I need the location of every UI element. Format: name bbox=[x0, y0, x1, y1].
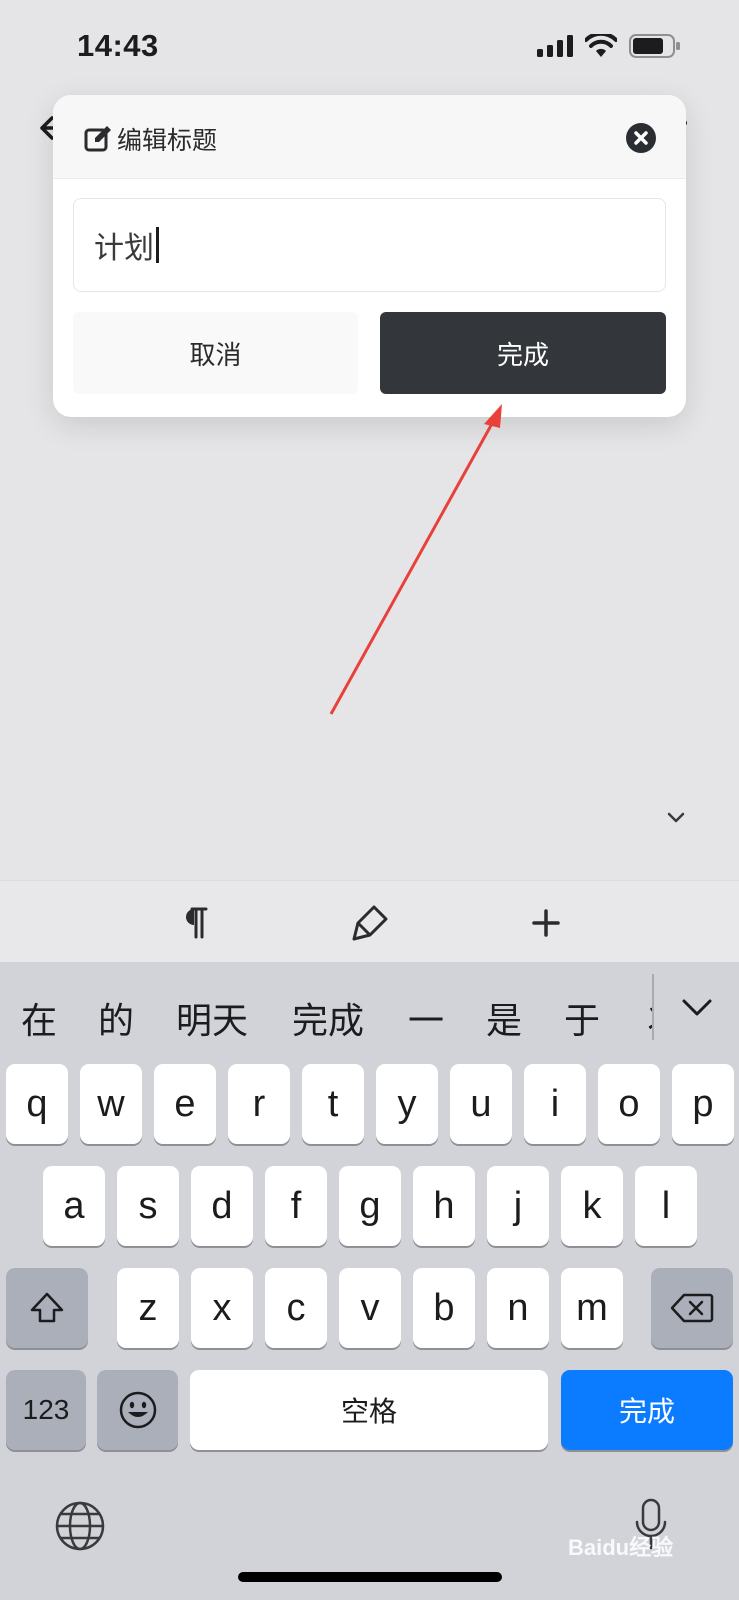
shift-key[interactable] bbox=[6, 1268, 88, 1348]
key-j[interactable]: j bbox=[487, 1166, 549, 1246]
candidate-item[interactable]: 丬 bbox=[640, 992, 652, 1044]
key-n[interactable]: n bbox=[487, 1268, 549, 1348]
title-input-value: 计划 bbox=[94, 232, 154, 265]
candidate-item[interactable]: 明天 bbox=[176, 992, 248, 1044]
key-d[interactable]: d bbox=[191, 1166, 253, 1246]
candidate-bar: 在 的 明天 完成 一 是 于 丬 bbox=[0, 962, 739, 1062]
close-button[interactable] bbox=[626, 123, 656, 153]
edit-icon bbox=[84, 126, 111, 152]
key-m[interactable]: m bbox=[561, 1268, 623, 1348]
key-u[interactable]: u bbox=[450, 1064, 512, 1144]
key-s[interactable]: s bbox=[117, 1166, 179, 1246]
watermark-logo: Baidu经验 bbox=[568, 1535, 674, 1560]
chevron-down-icon[interactable] bbox=[665, 806, 687, 828]
key-x[interactable]: x bbox=[191, 1268, 253, 1348]
candidate-item[interactable]: 于 bbox=[564, 992, 600, 1044]
key-g[interactable]: g bbox=[339, 1166, 401, 1246]
status-icons bbox=[537, 34, 681, 58]
text-caret bbox=[156, 227, 159, 263]
key-b[interactable]: b bbox=[413, 1268, 475, 1348]
emoji-key[interactable] bbox=[97, 1370, 178, 1450]
paragraph-icon[interactable] bbox=[174, 903, 214, 943]
key-q[interactable]: q bbox=[6, 1064, 68, 1144]
key-c[interactable]: c bbox=[265, 1268, 327, 1348]
cellular-signal-icon bbox=[537, 35, 573, 57]
wifi-icon bbox=[585, 34, 617, 57]
candidate-item[interactable]: 是 bbox=[486, 992, 522, 1044]
backspace-icon bbox=[670, 1293, 714, 1323]
shift-icon bbox=[30, 1292, 64, 1323]
candidate-item[interactable]: 在 bbox=[21, 992, 57, 1044]
key-o[interactable]: o bbox=[598, 1064, 660, 1144]
backspace-key[interactable] bbox=[651, 1268, 733, 1348]
key-a[interactable]: a bbox=[43, 1166, 105, 1246]
space-key[interactable]: 空格 bbox=[190, 1370, 548, 1450]
key-e[interactable]: e bbox=[154, 1064, 216, 1144]
key-v[interactable]: v bbox=[339, 1268, 401, 1348]
candidate-item[interactable]: 完成 bbox=[292, 992, 364, 1044]
status-time: 14:43 bbox=[77, 28, 159, 63]
key-t[interactable]: t bbox=[302, 1064, 364, 1144]
key-k[interactable]: k bbox=[561, 1166, 623, 1246]
key-i[interactable]: i bbox=[524, 1064, 586, 1144]
plus-icon[interactable] bbox=[526, 903, 566, 943]
editor-toolbar bbox=[0, 880, 739, 962]
candidate-item[interactable]: 的 bbox=[98, 992, 134, 1044]
dialog-title: 编辑标题 bbox=[117, 127, 218, 155]
key-w[interactable]: w bbox=[80, 1064, 142, 1144]
done-button[interactable]: 完成 bbox=[380, 312, 666, 394]
numbers-key[interactable]: 123 bbox=[6, 1370, 86, 1450]
cancel-button[interactable]: 取消 bbox=[73, 312, 358, 394]
key-z[interactable]: z bbox=[117, 1268, 179, 1348]
candidate-divider bbox=[652, 974, 654, 1040]
key-f[interactable]: f bbox=[265, 1166, 327, 1246]
close-icon bbox=[634, 131, 648, 145]
home-indicator bbox=[238, 1572, 502, 1582]
key-r[interactable]: r bbox=[228, 1064, 290, 1144]
return-key[interactable]: 完成 bbox=[561, 1370, 733, 1450]
collapse-candidates-icon[interactable] bbox=[680, 990, 714, 1024]
key-p[interactable]: p bbox=[672, 1064, 734, 1144]
highlighter-icon[interactable] bbox=[350, 903, 390, 943]
title-input[interactable]: 计划 bbox=[73, 198, 666, 292]
candidate-item[interactable]: 一 bbox=[408, 992, 444, 1044]
dialog-header: 编辑标题 bbox=[53, 95, 686, 179]
dialog-title-group: 编辑标题 bbox=[83, 121, 217, 157]
key-h[interactable]: h bbox=[413, 1166, 475, 1246]
key-l[interactable]: l bbox=[635, 1166, 697, 1246]
globe-icon[interactable] bbox=[54, 1500, 106, 1552]
candidate-clip: 丬 bbox=[640, 962, 652, 1062]
battery-icon bbox=[629, 34, 680, 58]
edit-title-dialog: 编辑标题 计划 取消 完成 bbox=[53, 95, 686, 417]
emoji-icon bbox=[119, 1391, 156, 1429]
key-y[interactable]: y bbox=[376, 1064, 438, 1144]
